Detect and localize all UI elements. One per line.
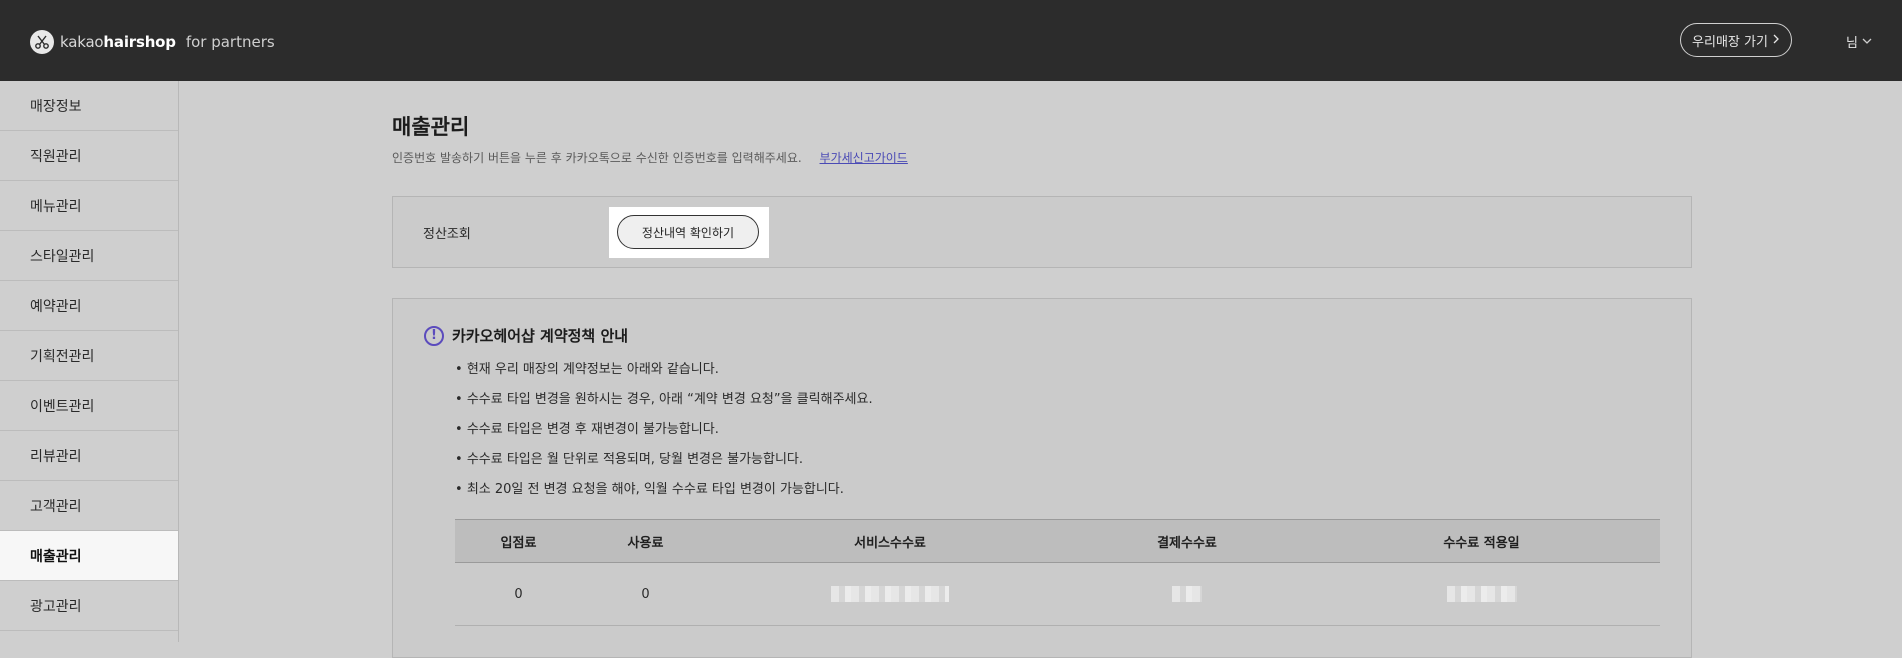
sidebar-item-exhibition[interactable]: 기획전관리	[0, 331, 178, 381]
settlement-button-highlight: 정산내역 확인하기	[609, 207, 769, 258]
fee-table: 입점료 사용료 서비스수수료 결제수수료 수수료 적용일 0 0	[455, 519, 1660, 626]
table-header: 수수료 적용일	[1303, 519, 1660, 563]
list-item: 현재 우리 매장의 계약정보는 아래와 같습니다.	[455, 355, 873, 385]
scissors-icon	[30, 30, 54, 54]
sidebar: 매장정보 직원관리 메뉴관리 스타일관리 예약관리 기획전관리 이벤트관리 리뷰…	[0, 81, 179, 642]
go-to-store-label: 우리매장 가기	[1692, 34, 1768, 50]
chevron-down-icon	[1862, 34, 1872, 49]
table-cell: 0	[582, 562, 709, 626]
logo-text: kakaohairshop	[60, 33, 176, 51]
sidebar-item-label: 매출관리	[30, 548, 82, 565]
description-text: 인증번호 발송하기 버튼을 누른 후 카카오톡으로 수신한 인증번호를 입력해주…	[392, 151, 802, 165]
logo[interactable]: kakaohairshop for partners	[30, 30, 275, 54]
go-to-store-button[interactable]: 우리매장 가기	[1680, 23, 1792, 57]
sidebar-item-label: 리뷰관리	[30, 448, 82, 465]
page-description: 인증번호 발송하기 버튼을 누른 후 카카오톡으로 수신한 인증번호를 입력해주…	[392, 149, 908, 166]
table-header: 결제수수료	[1071, 519, 1303, 563]
settlement-label: 정산조회	[423, 227, 471, 242]
user-name: 님	[1846, 36, 1858, 51]
sidebar-item-label: 이벤트관리	[30, 398, 95, 415]
list-item: 수수료 타입은 변경 후 재변경이 불가능합니다.	[455, 415, 873, 445]
logo-suffix: for partners	[185, 33, 275, 51]
vat-guide-link[interactable]: 부가세신고가이드	[820, 151, 908, 165]
table-cell: 0	[455, 562, 582, 626]
table-header-row: 입점료 사용료 서비스수수료 결제수수료 수수료 적용일	[455, 519, 1660, 563]
sidebar-item-sales[interactable]: 매출관리	[0, 531, 178, 581]
sidebar-item-ads[interactable]: 광고관리	[0, 581, 178, 631]
policy-list: 현재 우리 매장의 계약정보는 아래와 같습니다. 수수료 타입 변경을 원하시…	[455, 355, 873, 505]
contract-policy-section: ! 카카오헤어샵 계약정책 안내 현재 우리 매장의 계약정보는 아래와 같습니…	[392, 298, 1692, 658]
policy-title: 카카오헤어샵 계약정책 안내	[452, 327, 629, 345]
sidebar-item-customer[interactable]: 고객관리	[0, 481, 178, 531]
sidebar-item-label: 매장정보	[30, 98, 82, 115]
list-item: 최소 20일 전 변경 요청을 해야, 익월 수수료 타입 변경이 가능합니다.	[455, 475, 873, 505]
user-menu[interactable]: 님	[1846, 32, 1872, 51]
table-header: 입점료	[455, 519, 582, 563]
sidebar-item-event[interactable]: 이벤트관리	[0, 381, 178, 431]
sidebar-item-label: 기획전관리	[30, 348, 95, 365]
sidebar-item-staff[interactable]: 직원관리	[0, 131, 178, 181]
redacted-value	[1446, 586, 1517, 602]
info-icon: !	[424, 325, 444, 346]
sidebar-item-reservation[interactable]: 예약관리	[0, 281, 178, 331]
table-cell	[1071, 562, 1303, 626]
table-header: 사용료	[582, 519, 709, 563]
sidebar-item-label: 광고관리	[30, 598, 82, 615]
top-header: kakaohairshop for partners 우리매장 가기 님	[0, 0, 1902, 81]
check-settlement-button[interactable]: 정산내역 확인하기	[617, 215, 759, 249]
chevron-right-icon	[1772, 33, 1780, 48]
list-item: 수수료 타입 변경을 원하시는 경우, 아래 “계약 변경 요청”을 클릭해주세…	[455, 385, 873, 415]
sidebar-item-label: 예약관리	[30, 298, 82, 315]
settlement-section: 정산조회 정산내역 확인하기	[392, 196, 1692, 268]
sidebar-item-label: 스타일관리	[30, 248, 95, 265]
page-title: 매출관리	[392, 115, 470, 139]
sidebar-item-label: 고객관리	[30, 498, 82, 515]
sidebar-item-label: 메뉴관리	[30, 198, 82, 215]
sidebar-item-menu[interactable]: 메뉴관리	[0, 181, 178, 231]
sidebar-item-review[interactable]: 리뷰관리	[0, 431, 178, 481]
policy-heading: ! 카카오헤어샵 계약정책 안내	[424, 325, 628, 346]
table-row: 0 0	[455, 562, 1660, 626]
redacted-value	[1172, 586, 1202, 602]
table-cell	[1303, 562, 1660, 626]
redacted-value	[831, 586, 949, 602]
list-item: 수수료 타입은 월 단위로 적용되며, 당월 변경은 불가능합니다.	[455, 445, 873, 475]
table-cell	[709, 562, 1071, 626]
sidebar-item-store-info[interactable]: 매장정보	[0, 81, 178, 131]
sidebar-item-label: 직원관리	[30, 148, 82, 165]
table-header: 서비스수수료	[709, 519, 1071, 563]
sidebar-item-style[interactable]: 스타일관리	[0, 231, 178, 281]
